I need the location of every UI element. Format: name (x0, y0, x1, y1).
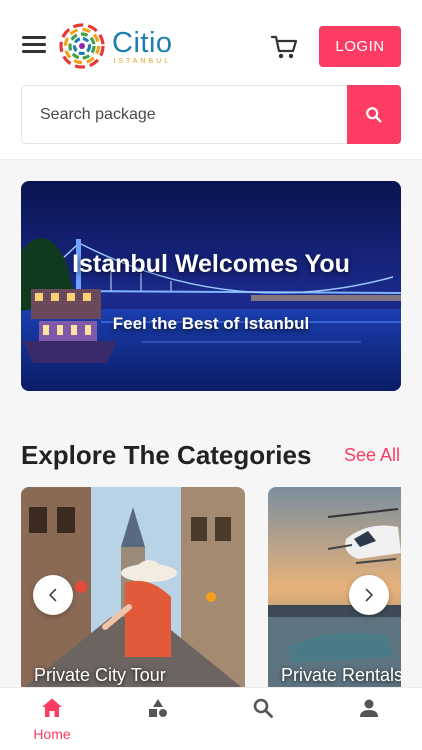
carousel-next-button[interactable] (349, 575, 389, 615)
tab-home[interactable]: Home (22, 688, 82, 750)
login-button[interactable]: LOGIN (319, 26, 401, 67)
categories-heading: Explore The Categories (21, 440, 312, 470)
hamburger-menu-icon[interactable] (22, 36, 46, 56)
see-all-link[interactable]: See All (344, 445, 400, 466)
tab-categories[interactable] (128, 688, 188, 750)
search-icon (366, 106, 382, 122)
search-icon (253, 698, 273, 718)
banner-title: Istanbul Welcomes You (72, 250, 350, 278)
search-button[interactable] (347, 85, 401, 144)
search-input[interactable] (21, 85, 347, 144)
bottom-tab-bar: Home (0, 687, 422, 750)
category-label: Private City Tour (34, 665, 166, 685)
shopping-cart-icon[interactable] (270, 33, 298, 61)
brand-tagline: ISTANBUL (113, 57, 172, 65)
category-label: Private Rentals (281, 665, 401, 685)
home-icon (42, 698, 62, 717)
brand-logo[interactable]: Citio ISTANBUL (58, 22, 173, 70)
profile-icon (360, 699, 378, 717)
tab-profile[interactable] (339, 688, 399, 750)
chevron-right-icon (365, 588, 373, 602)
app-header: Citio ISTANBUL LOGIN (0, 0, 422, 160)
hero-banner[interactable]: Istanbul Welcomes You Feel the Best of I… (21, 181, 401, 391)
categories-icon (149, 699, 167, 717)
tab-home-label: Home (33, 726, 71, 742)
citio-logo-mark-icon (59, 23, 105, 69)
chevron-left-icon (49, 588, 57, 602)
tab-search[interactable] (233, 688, 293, 750)
carousel-prev-button[interactable] (33, 575, 73, 615)
bosphorus-bridge-night-image (21, 181, 401, 391)
search-bar (21, 85, 401, 144)
brand-name: Citio (112, 26, 173, 59)
banner-subtitle: Feel the Best of Istanbul (112, 314, 310, 333)
